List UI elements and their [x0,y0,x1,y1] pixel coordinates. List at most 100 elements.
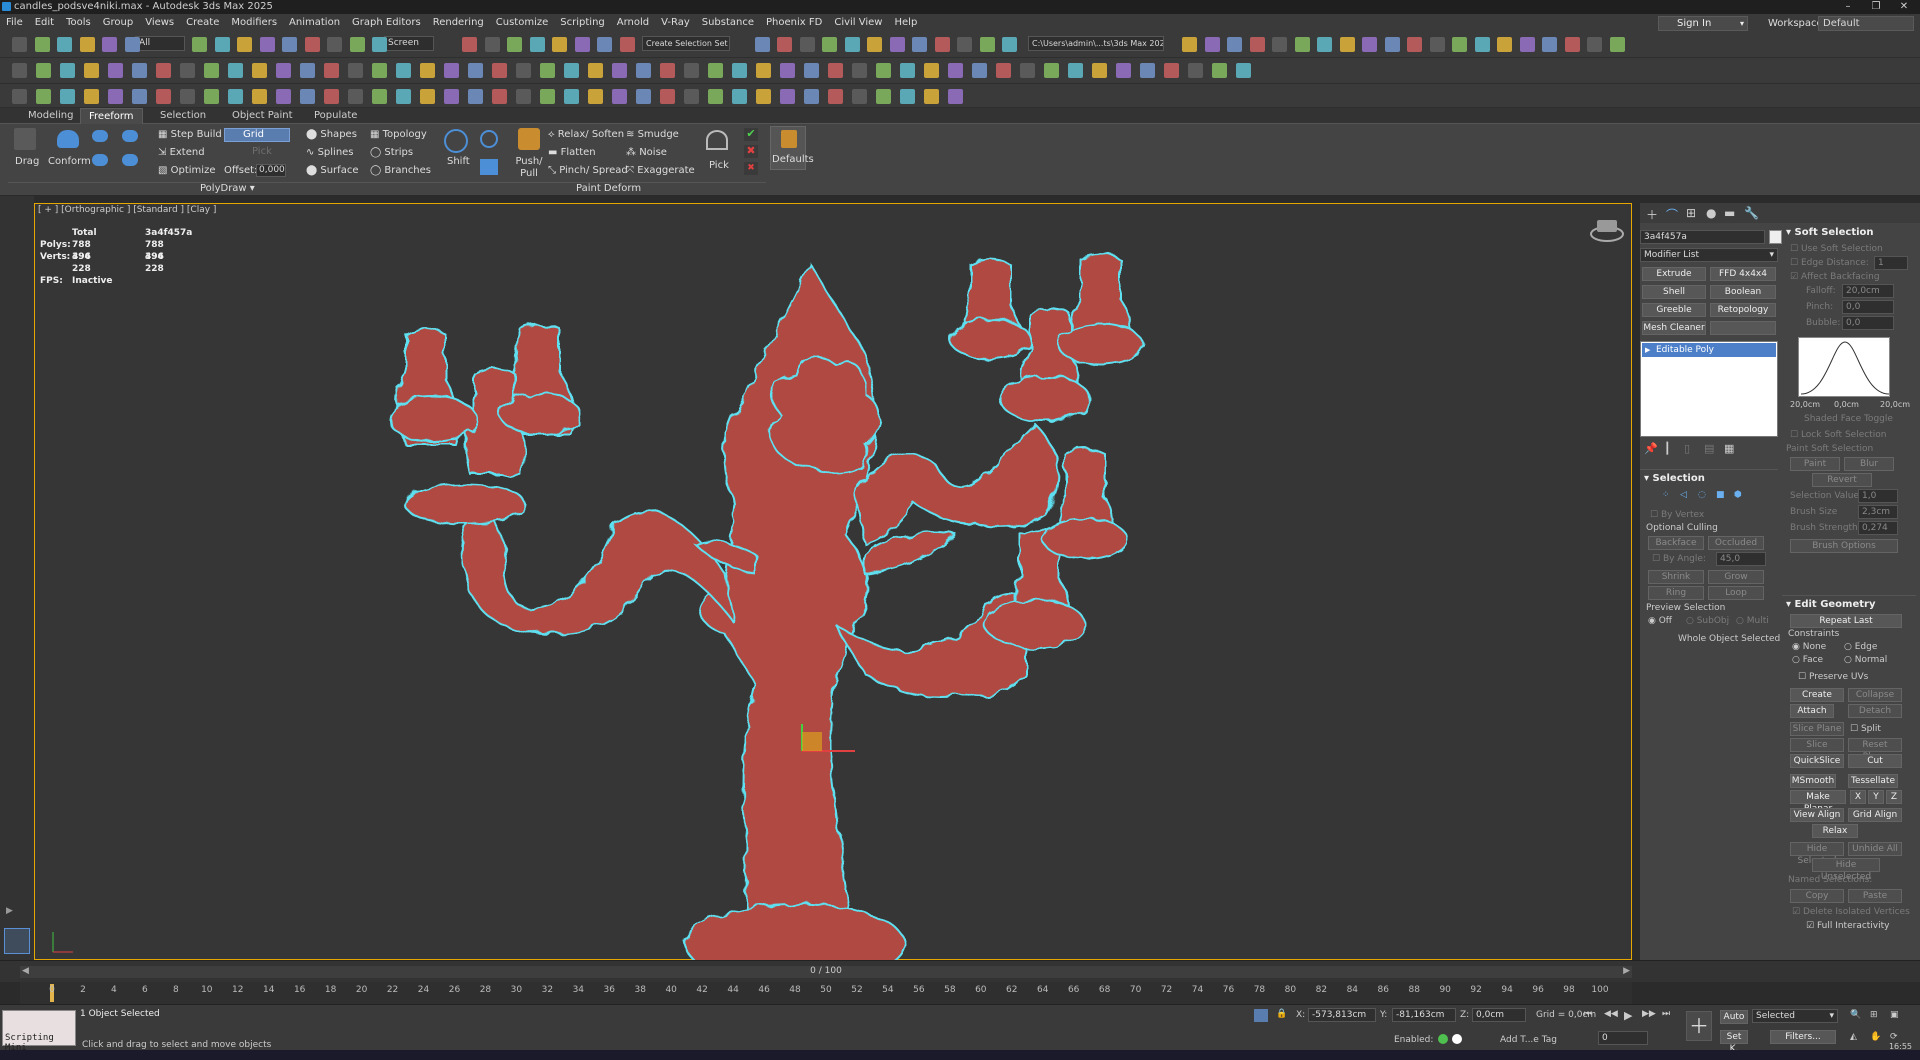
toolrow2-tool-40-icon[interactable] [972,63,987,78]
quickslice-button[interactable]: QuickSlice [1790,754,1844,768]
toolrow2-tool-5-icon[interactable] [132,63,147,78]
expand-arrow-icon[interactable]: ▶ [6,906,20,918]
create-tab-icon[interactable]: ＋ [1646,206,1658,223]
offset-field[interactable]: 0,000 [256,164,286,177]
toolrow3-tool-33-icon[interactable] [804,89,819,104]
toolrow2-tool-26-icon[interactable] [636,63,651,78]
constraint-normal-radio[interactable]: ○ Normal [1844,655,1887,665]
delete-isolated-checkbox[interactable]: ☑ Delete Isolated Vertices [1792,907,1910,917]
smudge-button[interactable]: ≋ Smudge [626,129,679,140]
grow-button[interactable]: Grow [1708,570,1764,584]
toolrow3-tool-1-icon[interactable] [36,89,51,104]
edge-distance-field[interactable]: 1 [1874,256,1908,270]
next-frame-icon[interactable]: ▶▶ [1642,1009,1656,1019]
toolrow2-tool-28-icon[interactable] [684,63,699,78]
shift-label[interactable]: Shift [447,156,470,167]
viewport[interactable] [34,203,1633,961]
model-mesh[interactable] [388,253,1143,961]
tab-freeform[interactable]: Freeform [80,108,143,124]
candelabra-model[interactable] [35,204,1633,961]
motion-tab-icon[interactable]: ● [1706,206,1716,220]
toolrow2-tool-29-icon[interactable] [708,63,723,78]
greeble-button[interactable]: Greeble [1642,303,1706,317]
shapes-button[interactable]: ⬤ Shapes [306,129,357,140]
toolrow2-tool-3-icon[interactable] [84,63,99,78]
planar-x-button[interactable]: X [1850,790,1866,804]
branches-button[interactable]: ◯ Branches [370,165,431,176]
toolrow2-tool-11-icon[interactable] [276,63,291,78]
toolrow2-tool-30-icon[interactable] [732,63,747,78]
toolrow1-tool-65-icon[interactable] [1474,37,1490,52]
extend-button[interactable]: ⇲ Extend [158,147,205,158]
pinch-spread-button[interactable]: ⤡ Pinch/ Spread [548,165,628,176]
by-angle-field[interactable]: 45,0 [1716,552,1766,566]
toolrow2-tool-9-icon[interactable] [228,63,243,78]
falloff-field[interactable]: 20,0cm [1842,284,1894,298]
occluded-button[interactable]: Occluded [1708,536,1764,550]
tessellate-button[interactable]: Tessellate [1848,774,1898,788]
menu-phoenix-fd[interactable]: Phoenix FD [760,14,828,32]
reset-plane-button[interactable]: Reset Plane [1848,738,1902,762]
maxscript-listener[interactable]: Scripting Mini [2,1010,76,1053]
pick-icon[interactable] [706,130,728,150]
toolrow1-tool-58-icon[interactable] [1317,37,1332,52]
view-align-button[interactable]: View Align [1790,808,1844,822]
pan-icon[interactable]: ✋ [1870,1032,1881,1042]
by-vertex-checkbox[interactable]: ☐ By Vertex [1650,510,1704,520]
collapse-button[interactable]: Collapse [1848,688,1902,702]
edit-geometry-title[interactable]: ▾ Edit Geometry [1786,599,1876,610]
split-checkbox[interactable]: ☐ Split [1850,724,1881,734]
menu-graph-editors[interactable]: Graph Editors [346,14,427,32]
planar-y-button[interactable]: Y [1868,790,1884,804]
preview-off-radio[interactable]: ◉ Off [1648,616,1672,626]
menu-substance[interactable]: Substance [696,14,760,32]
brush-strength-field[interactable]: 0,274 [1858,521,1898,535]
zoom-all-icon[interactable]: ⊞ [1870,1010,1878,1020]
blur-button[interactable]: Blur [1844,457,1894,471]
toolrow1-tool-64-icon[interactable] [1452,37,1467,52]
shrink-button[interactable]: Shrink [1648,570,1704,584]
strips-button[interactable]: ◯ Strips [370,147,413,158]
toolrow1-tool-71-icon[interactable] [1609,37,1625,52]
viewport-label[interactable]: [ + ] [Orthographic ] [Standard ] [Clay … [38,205,216,215]
toolrow2-tool-32-icon[interactable] [780,63,795,78]
conform-icon[interactable] [57,130,79,148]
toolrow1-tool-56-icon[interactable] [1272,37,1287,52]
preserve-uvs-checkbox[interactable]: ☐ Preserve UVs [1798,672,1868,682]
toolrow1-tool-41-icon[interactable] [934,37,950,52]
toolrow2-tool-51-icon[interactable] [1236,63,1251,78]
toolrow1-tool-22-icon[interactable] [507,37,522,52]
toolrow3-tool-17-icon[interactable] [420,89,435,104]
sign-in-button[interactable]: Sign In ▾ [1658,16,1748,31]
toolrow2-tool-17-icon[interactable] [420,63,435,78]
toolrow2-tool-33-icon[interactable] [804,63,819,78]
toolrow1-tool-69-icon[interactable] [1564,37,1580,52]
edge-distance-checkbox[interactable]: ☐ Edge Distance: [1790,258,1869,268]
toolrow3-tool-14-icon[interactable] [348,89,363,104]
toolrow3-tool-9-icon[interactable] [228,89,243,104]
menu-modifiers[interactable]: Modifiers [225,14,283,32]
menu-help[interactable]: Help [889,14,924,32]
toolrow1-tool-67-icon[interactable] [1519,37,1535,52]
toolrow1-tool-63-icon[interactable] [1429,37,1445,52]
toolrow3-tool-34-icon[interactable] [828,89,843,104]
toolrow2-tool-50-icon[interactable] [1212,63,1227,78]
pick-label[interactable]: Pick [709,160,729,171]
filters-button[interactable]: Filters... [1770,1030,1836,1044]
toolrow1-tool-40-icon[interactable] [912,37,927,52]
menu-rendering[interactable]: Rendering [427,14,490,32]
toolrow2-tool-25-icon[interactable] [612,63,627,78]
conform-label[interactable]: Conform [48,156,91,167]
toolrow2-tool-2-icon[interactable] [60,63,75,78]
toolrow1-tool-11-icon[interactable] [259,37,275,52]
revert-button[interactable]: Revert [1812,473,1872,487]
viewport-layout-icon[interactable] [4,928,30,954]
toolrow2-tool-46-icon[interactable] [1116,63,1131,78]
shaded-face-toggle-button[interactable]: Shaded Face Toggle [1804,414,1893,424]
accept-icon[interactable]: ✔ [744,128,758,141]
toolrow1-tool-59-icon[interactable] [1339,37,1355,52]
isolate-icon[interactable] [1254,1009,1268,1022]
polydraw-group-label[interactable]: PolyDraw ▾ [200,183,255,194]
conform-brush-2-icon[interactable] [122,130,138,142]
toolrow3-tool-0-icon[interactable] [12,89,27,104]
